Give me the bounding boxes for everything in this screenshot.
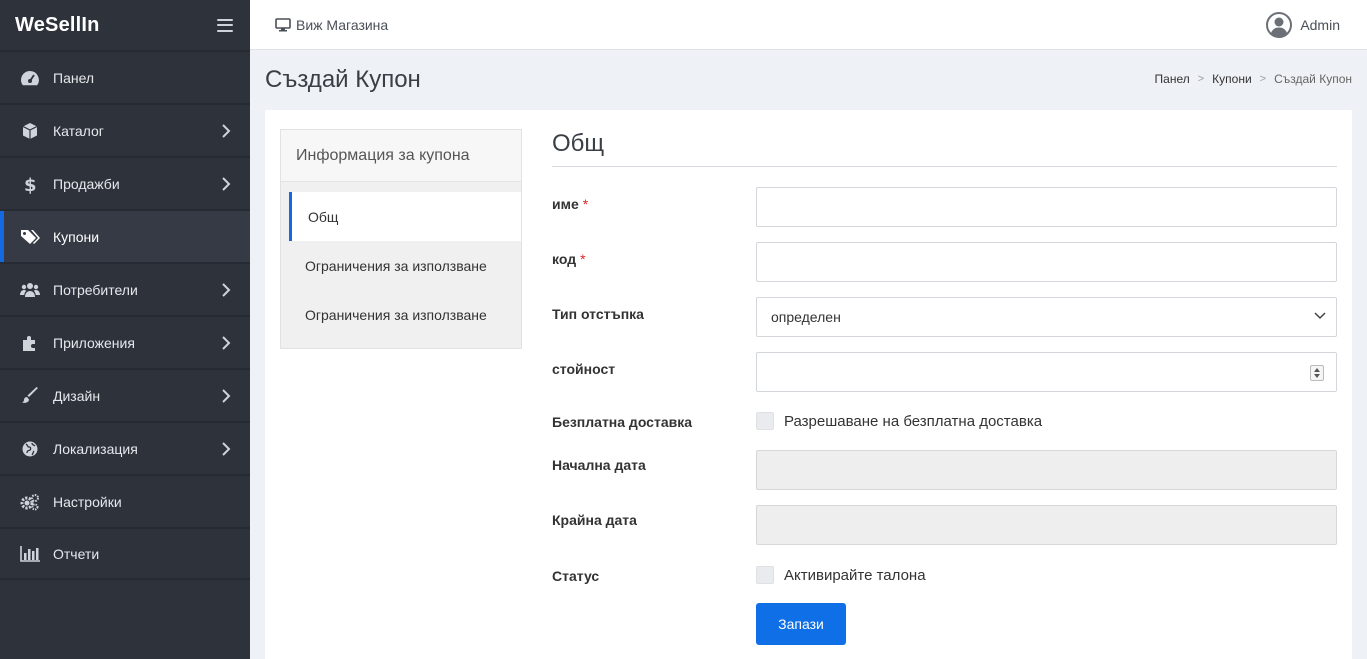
sidebar-item-catalog[interactable]: Каталог [0, 103, 250, 156]
breadcrumb-item-current: Създай Купон [1274, 72, 1352, 86]
chevron-down-icon [1314, 312, 1326, 320]
sidebar-item-label: Каталог [53, 122, 104, 139]
puzzle-icon [19, 332, 41, 354]
sidebar-item-label: Отчети [53, 545, 100, 562]
sidebar: WeSellIn Панел Каталог $ Продажби Купони… [0, 0, 250, 659]
value-number-input[interactable] [756, 352, 1337, 392]
view-store-label: Виж Магазина [296, 16, 389, 33]
save-button[interactable]: Запази [756, 603, 846, 645]
free-shipping-option: Разрешаване на безплатна доставка [756, 410, 1042, 430]
chevron-right-icon [222, 335, 231, 350]
coupon-form-card: Информация за купона Общ Ограничения за … [265, 110, 1352, 659]
sidebar-menu: Панел Каталог $ Продажби Купони Потребит… [0, 50, 250, 580]
required-mark: * [580, 251, 586, 267]
start-date-label: Начална дата [552, 457, 646, 473]
chevron-right-icon [222, 176, 231, 191]
free-shipping-check-label: Разрешаване на безплатна доставка [784, 412, 1043, 430]
sidebar-item-dashboard[interactable]: Панел [0, 50, 250, 103]
sidebar-item-localisation[interactable]: Локализация [0, 421, 250, 474]
breadcrumb-separator: > [1259, 73, 1267, 85]
view-store-link[interactable]: Виж Магазина [275, 17, 388, 33]
number-spinner-icon[interactable] [1310, 365, 1324, 381]
page-title: Създай Купон [265, 66, 421, 93]
breadcrumb-item-coupons[interactable]: Купони [1212, 72, 1252, 86]
paintbrush-icon [19, 385, 41, 407]
name-input[interactable] [756, 187, 1337, 227]
form-row-name: име * [552, 187, 1337, 227]
sidebar-item-label: Панел [53, 69, 95, 86]
status-option: Активирайте талона [756, 564, 926, 584]
user-avatar-icon [1266, 11, 1293, 38]
sidebar-item-extensions[interactable]: Приложения [0, 315, 250, 368]
users-icon [19, 279, 41, 301]
sidebar-item-label: Настройки [53, 493, 122, 510]
globe-icon [19, 438, 41, 460]
status-check-label: Активирайте талона [784, 566, 926, 584]
chevron-right-icon [222, 441, 231, 456]
free-shipping-label: Безплатна доставка [552, 414, 693, 430]
status-label: Статус [552, 568, 600, 584]
dashboard-icon [19, 67, 41, 89]
form-row-free-shipping: Безплатна доставка Разрешаване на безпла… [552, 410, 1337, 430]
top-bar: Виж Магазина Admin [250, 0, 1367, 50]
sidebar-item-design[interactable]: Дизайн [0, 368, 250, 421]
sidebar-item-customers[interactable]: Потребители [0, 262, 250, 315]
dollar-icon: $ [19, 173, 41, 195]
free-shipping-checkbox[interactable] [756, 412, 774, 430]
coupon-tabs: Информация за купона Общ Ограничения за … [280, 129, 522, 349]
gears-icon [19, 491, 41, 513]
tab-usage-limits[interactable]: Ограничения за използване [281, 290, 521, 339]
chevron-right-icon [222, 388, 231, 403]
bar-chart-icon [19, 543, 41, 565]
brand-bar: WeSellIn [0, 0, 250, 50]
name-label: име * [552, 196, 589, 212]
status-checkbox[interactable] [756, 566, 774, 584]
tab-usage-restrictions[interactable]: Ограничения за използване [281, 241, 521, 290]
sidebar-item-label: Локализация [53, 440, 138, 457]
form-row-end-date: Крайна дата [552, 505, 1337, 545]
sidebar-item-label: Приложения [53, 334, 135, 351]
sidebar-item-label: Купони [53, 228, 100, 245]
section-divider [552, 166, 1337, 167]
breadcrumb: Панел > Купони > Създай Купон [1155, 72, 1352, 86]
user-menu[interactable]: Admin [1266, 11, 1340, 38]
tab-general[interactable]: Общ [289, 192, 521, 241]
section-title: Общ [552, 130, 605, 157]
sidebar-item-label: Потребители [53, 281, 138, 298]
cube-icon [19, 120, 41, 142]
start-date-input[interactable] [756, 450, 1337, 490]
breadcrumb-separator: > [1197, 73, 1205, 85]
end-date-input[interactable] [756, 505, 1337, 545]
required-mark: * [582, 196, 589, 212]
chevron-right-icon [222, 282, 231, 297]
form-row-status: Статус Активирайте талона [552, 564, 1337, 584]
tags-icon [19, 226, 41, 248]
value-label: стойност [552, 361, 616, 377]
breadcrumb-item-dashboard[interactable]: Панел [1155, 72, 1190, 86]
sidebar-item-coupons[interactable]: Купони [0, 209, 250, 262]
user-name: Admin [1300, 16, 1340, 33]
form-row-code: код * [552, 242, 1337, 282]
discount-type-label: Тип отстъпка [552, 306, 644, 322]
sidebar-item-sales[interactable]: $ Продажби [0, 156, 250, 209]
code-input[interactable] [756, 242, 1337, 282]
sidebar-item-reports[interactable]: Отчети [0, 527, 250, 580]
sidebar-item-label: Дизайн [53, 387, 101, 404]
sidebar-item-settings[interactable]: Настройки [0, 474, 250, 527]
tabs-header: Информация за купона [281, 130, 521, 182]
form-row-start-date: Начална дата [552, 450, 1337, 490]
svg-text:$: $ [24, 175, 36, 194]
hamburger-menu-icon[interactable] [217, 18, 233, 32]
discount-type-value: определен [771, 309, 841, 325]
sidebar-item-label: Продажби [53, 175, 120, 192]
form-row-value: стойност [552, 352, 1337, 392]
chevron-right-icon [222, 123, 231, 138]
code-label: код * [552, 251, 586, 267]
discount-type-select[interactable]: определен [756, 297, 1337, 337]
form-row-discount-type: Тип отстъпка определен [552, 297, 1337, 337]
brand-logo[interactable]: WeSellIn [15, 14, 100, 37]
end-date-label: Крайна дата [552, 512, 637, 528]
desktop-icon [275, 17, 291, 31]
